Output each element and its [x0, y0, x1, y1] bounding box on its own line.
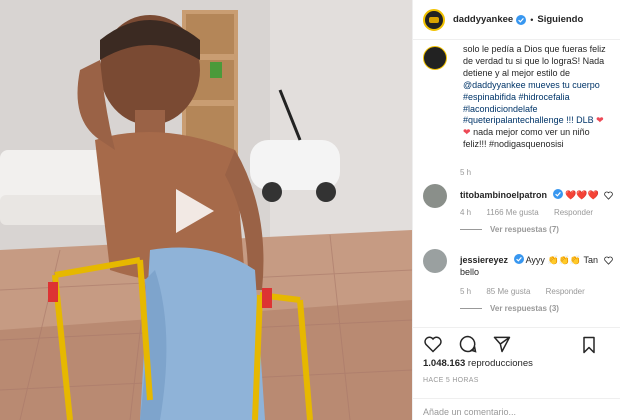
comment-time: 4 h	[460, 208, 472, 217]
post-video[interactable]	[0, 0, 412, 420]
bookmark-icon[interactable]	[579, 335, 599, 355]
comment-time: 5 h	[460, 287, 472, 296]
add-comment-bar	[413, 398, 620, 420]
post-timestamp: HACE 5 HORAS	[423, 377, 479, 384]
comment-avatar[interactable]	[423, 184, 447, 208]
caption-author-avatar[interactable]	[423, 46, 447, 70]
instagram-post: daddyyankee • Siguiendo solo le pedía a …	[0, 0, 620, 420]
comment-body: Ayyy	[525, 255, 545, 265]
verified-badge-icon	[513, 254, 524, 264]
caption-line: detiene y al mejor estilo de	[463, 67, 571, 78]
comment-avatar[interactable]	[423, 249, 447, 273]
view-replies-button[interactable]: Ver respuestas (3)	[460, 304, 559, 313]
comment-likes[interactable]: 1166 Me gusta	[486, 208, 538, 217]
comment-body: Tan	[583, 255, 598, 265]
comment-likes[interactable]: 85 Me gusta	[486, 287, 530, 296]
caption-text: nada mejor como ver un niño	[473, 127, 590, 138]
comment-reply-button[interactable]: Responder	[546, 287, 585, 296]
comment-reply-button[interactable]: Responder	[554, 208, 593, 217]
post-actions	[413, 327, 620, 361]
caption-hashtags[interactable]: #espinabifida #hidrocefalia	[463, 92, 620, 104]
play-icon[interactable]	[166, 185, 218, 237]
author-avatar[interactable]	[423, 8, 445, 31]
comment-body: ❤️❤️❤️	[565, 190, 599, 200]
share-icon[interactable]	[492, 334, 512, 354]
comment-like-icon[interactable]	[604, 191, 613, 200]
comment-text: jessiereyez Ayyy 👏👏👏 Tan bello	[460, 254, 615, 278]
post-panel: daddyyankee • Siguiendo solo le pedía a …	[412, 0, 620, 420]
caption-time: 5 h	[460, 168, 472, 177]
view-count-number: 1.048.163	[423, 358, 466, 369]
view-count-label: reproducciones	[467, 358, 533, 369]
clap-emoji-icon: 👏	[547, 255, 559, 265]
verified-badge-icon	[552, 189, 563, 199]
comment-username[interactable]: titobambinoelpatron	[460, 190, 547, 200]
heart-emoji-icon: ❤	[463, 127, 471, 138]
comment-item: titobambinoelpatron ❤️❤️❤️ 4 h 1166 Me g…	[423, 184, 613, 244]
follow-button[interactable]: Siguiendo	[537, 14, 583, 25]
author-username[interactable]: daddyyankee	[453, 14, 513, 25]
heart-emoji-icon: ❤	[596, 115, 604, 126]
verified-badge-icon	[516, 14, 527, 25]
comment-icon[interactable]	[458, 334, 478, 354]
post-header: daddyyankee • Siguiendo	[413, 0, 620, 40]
add-comment-input[interactable]	[423, 405, 608, 419]
caption-hashtag[interactable]: #lacondiciondelafe	[463, 104, 620, 116]
comment-username[interactable]: jessiereyez	[460, 255, 508, 265]
clap-emoji-icon: 👏	[558, 255, 570, 265]
view-count[interactable]: 1.048.163 reproducciones	[423, 358, 533, 369]
caption-hashtag[interactable]: #queteripalantechallenge !!! DLB	[463, 115, 594, 125]
caption-line: solo le pedía a Dios que fueras feliz	[463, 44, 606, 54]
comment-text: titobambinoelpatron ❤️❤️❤️	[460, 189, 615, 201]
heart-icon[interactable]	[423, 334, 443, 354]
post-caption: solo le pedía a Dios que fueras feliz de…	[463, 44, 620, 151]
clap-emoji-icon: 👏	[569, 255, 582, 265]
caption-line: feliz!!! #nodigasquenosisi	[463, 139, 564, 150]
header-separator: •	[530, 14, 534, 25]
comment-like-icon[interactable]	[604, 256, 613, 265]
comment-body: bello	[460, 267, 480, 277]
comment-meta: 5 h 85 Me gusta Responder	[460, 287, 598, 296]
caption-mention[interactable]: @daddyyankee mueves tu cuerpo	[463, 80, 620, 92]
caption-line: ❤ nada mejor como ver un niño	[463, 127, 620, 139]
comment-meta: 4 h 1166 Me gusta Responder	[460, 208, 606, 217]
caption-line: de verdad tu si que lo lograS! Nada	[463, 55, 605, 66]
view-replies-button[interactable]: Ver respuestas (7)	[460, 225, 559, 234]
caption-hashtag-line: #queteripalantechallenge !!! DLB ❤	[463, 115, 620, 127]
comment-item: jessiereyez Ayyy 👏👏👏 Tan bello 5 h 85 Me…	[423, 249, 613, 319]
